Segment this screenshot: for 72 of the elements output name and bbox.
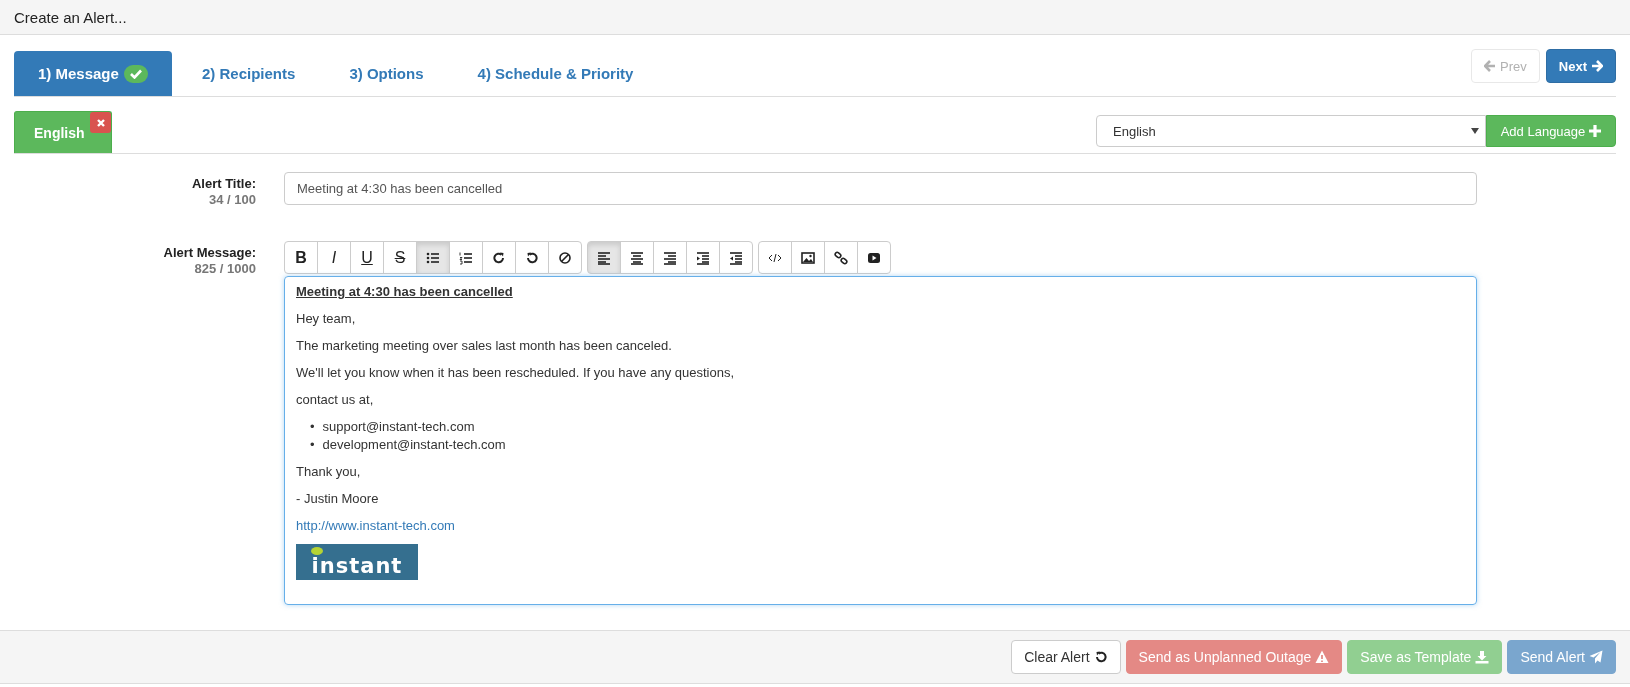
message-text: We'll let you know when it has been rescheduled. If you have any questions, xyxy=(296,364,735,382)
download-icon xyxy=(1475,650,1490,664)
image-icon xyxy=(801,250,815,265)
language-select[interactable]: English xyxy=(1096,115,1486,147)
character-count: 34 / 100 xyxy=(209,192,256,207)
strike-button[interactable]: S xyxy=(383,241,417,274)
numbered-list-button[interactable] xyxy=(449,241,483,274)
indent-icon xyxy=(696,250,710,265)
underline-button[interactable]: U xyxy=(350,241,384,274)
title-input[interactable]: Meeting at 4:30 has been cancelled xyxy=(284,172,1477,205)
bullet: • xyxy=(310,418,315,436)
send-icon xyxy=(1589,650,1603,664)
message-text: - Justin Moore xyxy=(296,490,380,508)
field-label: Alert Title: xyxy=(191,176,256,191)
align-left-button[interactable] xyxy=(587,241,621,274)
align-right-button[interactable] xyxy=(653,241,687,274)
arrow-right-icon xyxy=(1591,60,1603,72)
step-tab[interactable]: 3) Options xyxy=(325,51,448,96)
language-tab[interactable]: English xyxy=(14,111,112,153)
align-center-button[interactable] xyxy=(620,241,654,274)
website-link[interactable]: http://www.instant-tech.com xyxy=(296,518,455,533)
page-title: Create an Alert... xyxy=(14,8,127,26)
align-right-icon xyxy=(663,250,677,265)
remove-button[interactable] xyxy=(90,112,111,133)
align-left-icon xyxy=(597,250,611,265)
close-icon xyxy=(96,118,105,127)
next-button[interactable]: Next xyxy=(1545,49,1616,83)
video-icon xyxy=(867,250,881,265)
message-heading: Meeting at 4:30 has been cancelled xyxy=(296,283,514,301)
character-count: 825 / 1000 xyxy=(194,261,256,276)
clear-button[interactable]: Clear Alert xyxy=(1011,640,1121,674)
add-language-button[interactable]: Add Language xyxy=(1486,115,1616,147)
list-item: development@instant-tech.com xyxy=(322,436,506,454)
undo-icon xyxy=(1093,650,1108,664)
language-label[interactable]: English xyxy=(34,124,85,141)
redo-button[interactable] xyxy=(482,241,516,274)
speech-bubble-icon xyxy=(311,547,323,555)
video-button[interactable] xyxy=(857,241,891,274)
message-text: Hey team, xyxy=(296,310,357,328)
list-button[interactable] xyxy=(416,241,450,274)
message-text: contact us at, xyxy=(296,391,375,409)
message-editor[interactable] xyxy=(284,276,1477,605)
list-icon xyxy=(426,250,440,265)
link-button[interactable] xyxy=(824,241,858,274)
bullet: • xyxy=(310,436,315,454)
outdent-icon xyxy=(729,250,743,265)
caret-icon xyxy=(1471,128,1479,134)
step-tab[interactable]: 2) Recipients xyxy=(178,51,320,96)
step-tab[interactable]: 1) Message xyxy=(14,51,172,96)
link-icon xyxy=(834,250,848,265)
indent-button[interactable] xyxy=(686,241,720,274)
align-center-icon xyxy=(630,250,644,265)
italic-button[interactable]: I xyxy=(317,241,351,274)
numbered-list-icon xyxy=(459,250,473,265)
step-tab[interactable]: 4) Schedule & Priority xyxy=(453,51,658,96)
logo-text: instant xyxy=(311,553,403,580)
message-text: The marketing meeting over sales last month has been canceled. xyxy=(296,337,673,355)
clear-format-icon xyxy=(558,250,572,265)
list-item: support@instant-tech.com xyxy=(322,418,475,436)
undo-icon xyxy=(525,250,539,265)
arrow-left-icon xyxy=(1484,60,1497,72)
bold-button[interactable]: B xyxy=(284,241,318,274)
redo-icon xyxy=(492,250,506,265)
check-icon xyxy=(129,68,142,79)
undo-button[interactable] xyxy=(515,241,549,274)
warning-icon xyxy=(1315,650,1330,664)
plus-icon xyxy=(1589,125,1602,137)
outdent-button[interactable] xyxy=(719,241,753,274)
field-label: Alert Message: xyxy=(163,245,256,260)
image-button[interactable] xyxy=(791,241,825,274)
clear-format-button[interactable] xyxy=(548,241,582,274)
message-text: Thank you, xyxy=(296,463,362,481)
